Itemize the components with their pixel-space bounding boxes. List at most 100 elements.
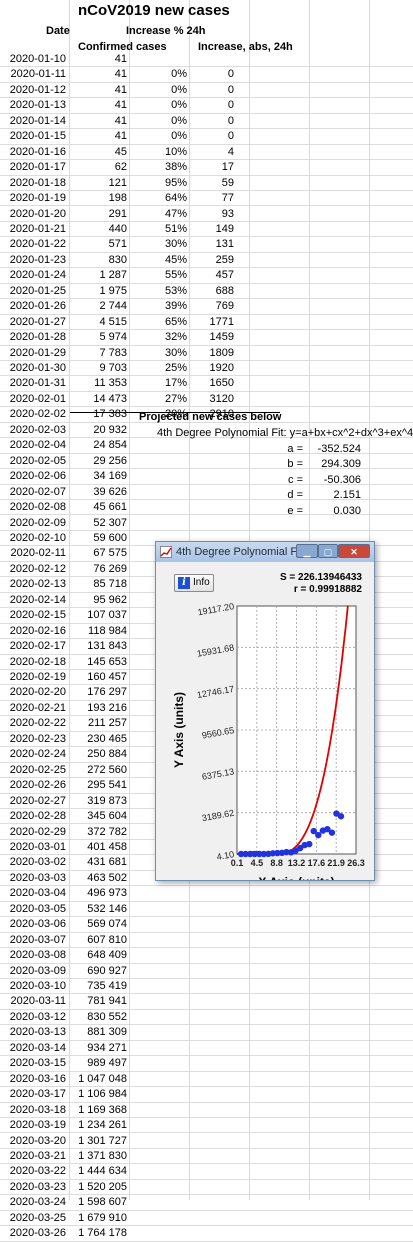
confirmed-cell[interactable]: 648 409 <box>70 948 127 963</box>
increase-abs-cell[interactable]: 457 <box>190 268 234 283</box>
date-cell[interactable]: 2020-01-22 <box>0 237 66 252</box>
date-cell[interactable]: 2020-01-25 <box>0 284 66 299</box>
coefficient-value[interactable]: 0.030 <box>305 502 361 520</box>
increase-pct-cell[interactable] <box>130 1211 187 1226</box>
confirmed-cell[interactable]: 41 <box>70 67 127 82</box>
confirmed-cell[interactable]: 830 552 <box>70 1010 127 1025</box>
increase-pct-cell[interactable] <box>130 948 187 963</box>
date-cell[interactable]: 2020-01-11 <box>0 67 66 82</box>
confirmed-cell[interactable]: 2 744 <box>70 299 127 314</box>
increase-pct-cell[interactable] <box>130 454 187 469</box>
polynomial-fit-window[interactable]: 4th Degree Polynomial Fit ▁ ▢ ✕ i Info S… <box>155 541 375 881</box>
increase-abs-cell[interactable] <box>190 1211 234 1226</box>
date-cell[interactable]: 2020-02-11 <box>0 546 66 561</box>
increase-pct-cell[interactable]: 10% <box>130 145 187 160</box>
increase-abs-cell[interactable] <box>190 1164 234 1179</box>
date-cell[interactable]: 2020-02-02 <box>0 407 66 422</box>
confirmed-cell[interactable]: 1 679 910 <box>70 1211 127 1226</box>
confirmed-cell[interactable]: 989 497 <box>70 1056 127 1071</box>
date-cell[interactable]: 2020-01-12 <box>0 83 66 98</box>
date-cell[interactable]: 2020-03-22 <box>0 1164 66 1179</box>
confirmed-cell[interactable]: 41 <box>70 129 127 144</box>
date-cell[interactable]: 2020-03-05 <box>0 902 66 917</box>
confirmed-cell[interactable]: 11 353 <box>70 376 127 391</box>
increase-abs-cell[interactable] <box>190 454 234 469</box>
date-cell[interactable]: 2020-03-12 <box>0 1010 66 1025</box>
date-cell[interactable]: 2020-03-07 <box>0 933 66 948</box>
confirmed-cell[interactable]: 41 <box>70 114 127 129</box>
increase-abs-cell[interactable]: 4 <box>190 145 234 160</box>
date-cell[interactable]: 2020-02-26 <box>0 778 66 793</box>
confirmed-cell[interactable]: 62 <box>70 160 127 175</box>
increase-pct-cell[interactable]: 27% <box>130 392 187 407</box>
increase-abs-cell[interactable]: 3120 <box>190 392 234 407</box>
increase-pct-cell[interactable]: 32% <box>130 330 187 345</box>
confirmed-cell[interactable]: 319 873 <box>70 794 127 809</box>
date-cell[interactable]: 2020-03-16 <box>0 1072 66 1087</box>
increase-abs-cell[interactable]: 0 <box>190 67 234 82</box>
confirmed-cell[interactable]: 569 074 <box>70 917 127 932</box>
confirmed-cell[interactable]: 345 604 <box>70 809 127 824</box>
increase-pct-cell[interactable]: 65% <box>130 315 187 330</box>
increase-abs-cell[interactable]: 0 <box>190 129 234 144</box>
confirmed-cell[interactable]: 1 301 727 <box>70 1134 127 1149</box>
increase-abs-cell[interactable] <box>190 1087 234 1102</box>
increase-pct-cell[interactable]: 25% <box>130 361 187 376</box>
confirmed-cell[interactable]: 4 515 <box>70 315 127 330</box>
increase-abs-cell[interactable]: 1920 <box>190 361 234 376</box>
date-cell[interactable]: 2020-03-17 <box>0 1087 66 1102</box>
increase-abs-cell[interactable] <box>190 1118 234 1133</box>
increase-pct-cell[interactable] <box>130 994 187 1009</box>
date-cell[interactable]: 2020-02-16 <box>0 624 66 639</box>
close-button[interactable]: ✕ <box>338 544 370 558</box>
increase-abs-cell[interactable]: 1459 <box>190 330 234 345</box>
increase-abs-cell[interactable] <box>190 1056 234 1071</box>
date-cell[interactable]: 2020-02-21 <box>0 701 66 716</box>
increase-abs-cell[interactable]: 259 <box>190 253 234 268</box>
increase-pct-cell[interactable]: 64% <box>130 191 187 206</box>
confirmed-cell[interactable]: 198 <box>70 191 127 206</box>
increase-pct-cell[interactable] <box>130 1180 187 1195</box>
increase-abs-cell[interactable]: 59 <box>190 176 234 191</box>
date-cell[interactable]: 2020-02-19 <box>0 670 66 685</box>
confirmed-cell[interactable]: 291 <box>70 207 127 222</box>
date-cell[interactable]: 2020-03-01 <box>0 840 66 855</box>
increase-abs-cell[interactable] <box>190 1041 234 1056</box>
confirmed-cell[interactable]: 67 575 <box>70 546 127 561</box>
header-date[interactable]: Date <box>46 22 70 40</box>
date-cell[interactable]: 2020-01-23 <box>0 253 66 268</box>
date-cell[interactable]: 2020-01-20 <box>0 207 66 222</box>
date-cell[interactable]: 2020-02-15 <box>0 608 66 623</box>
increase-pct-cell[interactable] <box>130 1010 187 1025</box>
increase-pct-cell[interactable] <box>130 917 187 932</box>
confirmed-cell[interactable]: 440 <box>70 222 127 237</box>
increase-abs-cell[interactable]: 77 <box>190 191 234 206</box>
increase-pct-cell[interactable] <box>130 500 187 515</box>
increase-pct-cell[interactable] <box>130 933 187 948</box>
confirmed-cell[interactable]: 20 932 <box>70 423 127 438</box>
confirmed-cell[interactable]: 463 502 <box>70 871 127 886</box>
date-cell[interactable]: 2020-03-23 <box>0 1180 66 1195</box>
confirmed-cell[interactable]: 95 962 <box>70 593 127 608</box>
confirmed-cell[interactable]: 690 927 <box>70 964 127 979</box>
date-cell[interactable]: 2020-01-14 <box>0 114 66 129</box>
confirmed-cell[interactable]: 1 371 830 <box>70 1149 127 1164</box>
confirmed-cell[interactable]: 7 783 <box>70 346 127 361</box>
date-cell[interactable]: 2020-02-18 <box>0 655 66 670</box>
date-cell[interactable]: 2020-02-09 <box>0 516 66 531</box>
increase-pct-cell[interactable] <box>130 1226 187 1241</box>
date-cell[interactable]: 2020-02-29 <box>0 825 66 840</box>
confirmed-cell[interactable]: 571 <box>70 237 127 252</box>
date-cell[interactable]: 2020-02-24 <box>0 747 66 762</box>
increase-abs-cell[interactable] <box>190 948 234 963</box>
increase-abs-cell[interactable]: 93 <box>190 207 234 222</box>
confirmed-cell[interactable]: 160 457 <box>70 670 127 685</box>
date-cell[interactable]: 2020-01-24 <box>0 268 66 283</box>
confirmed-cell[interactable]: 17 383 <box>70 407 127 422</box>
date-cell[interactable]: 2020-02-28 <box>0 809 66 824</box>
increase-abs-cell[interactable]: 0 <box>190 98 234 113</box>
increase-pct-cell[interactable] <box>130 469 187 484</box>
date-cell[interactable]: 2020-03-14 <box>0 1041 66 1056</box>
confirmed-cell[interactable]: 934 271 <box>70 1041 127 1056</box>
increase-abs-cell[interactable] <box>190 994 234 1009</box>
